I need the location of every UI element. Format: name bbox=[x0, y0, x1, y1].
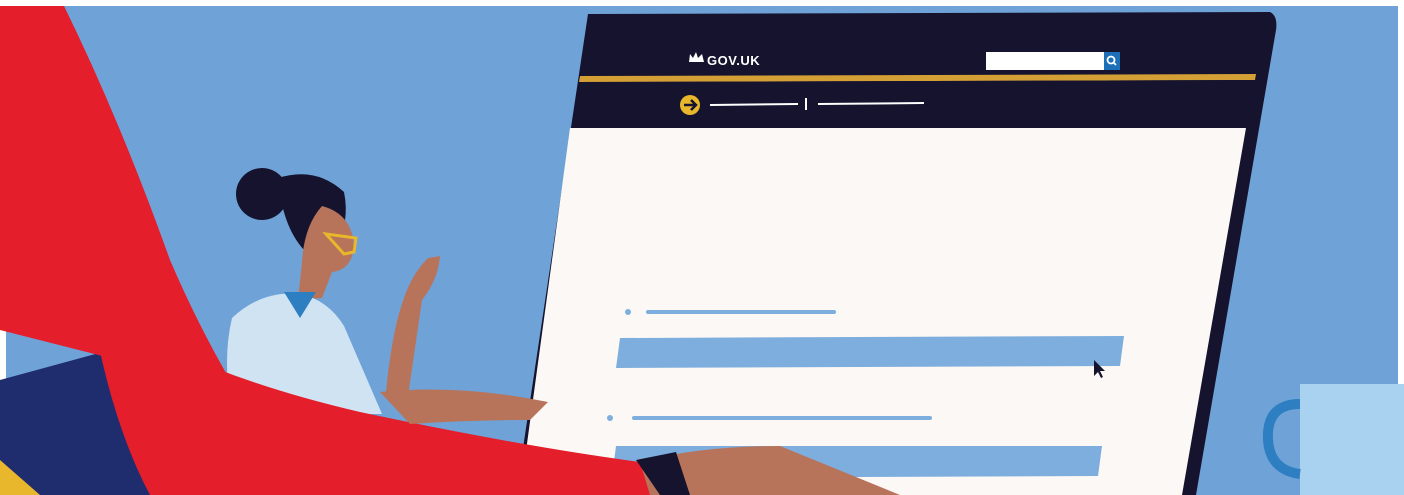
content-heading-placeholder bbox=[646, 310, 836, 314]
mug-body bbox=[1300, 384, 1404, 495]
brand-logo-text: GOV.UK bbox=[707, 53, 760, 68]
site-header bbox=[582, 36, 1260, 76]
arrow-right-circle-icon[interactable] bbox=[680, 95, 700, 115]
search-button[interactable] bbox=[1104, 52, 1120, 70]
illustration-svg: GOV.UK bbox=[0, 0, 1404, 495]
content-answer-bar[interactable] bbox=[616, 336, 1124, 368]
service-link-placeholder-2[interactable] bbox=[817, 102, 925, 105]
laptop: GOV.UK bbox=[516, 12, 1277, 495]
service-link-placeholder[interactable] bbox=[709, 103, 799, 106]
search-input[interactable] bbox=[986, 52, 1104, 70]
illustration-scene: GOV.UK bbox=[0, 0, 1404, 495]
bullet-dot-2 bbox=[607, 415, 613, 421]
content-heading-placeholder-2 bbox=[632, 416, 932, 420]
bullet-dot bbox=[625, 309, 631, 315]
